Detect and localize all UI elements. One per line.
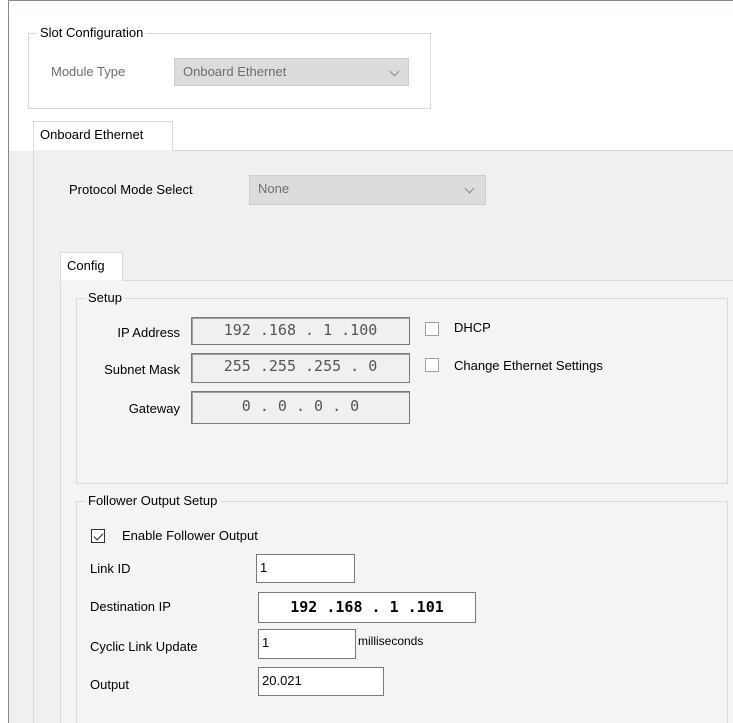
protocol-mode-dropdown[interactable]: None (249, 175, 486, 205)
chevron-down-icon (389, 66, 400, 77)
ip-address-label: IP Address (117, 325, 180, 340)
module-type-value: Onboard Ethernet (183, 64, 287, 79)
tab-onboard-ethernet[interactable]: Onboard Ethernet (33, 121, 173, 151)
chevron-down-icon (464, 183, 475, 194)
cyclic-link-update-label: Cyclic Link Update (90, 639, 198, 654)
setup-title: Setup (85, 290, 125, 306)
dhcp-checkbox[interactable] (425, 322, 439, 336)
protocol-mode-label: Protocol Mode Select (69, 182, 193, 197)
destination-ip-label: Destination IP (90, 599, 171, 614)
change-ethernet-settings-label: Change Ethernet Settings (454, 358, 603, 373)
cyclic-link-update-input[interactable]: 1 (258, 629, 356, 659)
follower-output-title: Follower Output Setup (85, 493, 221, 509)
destination-ip-field[interactable]: 192 .168 . 1 .101 (258, 592, 476, 623)
enable-follower-output-label: Enable Follower Output (122, 528, 258, 543)
checkmark-icon (93, 530, 104, 541)
gateway-label: Gateway (128, 401, 180, 416)
tab-config[interactable]: Config (60, 252, 123, 281)
subnet-mask-label: Subnet Mask (104, 362, 180, 377)
tab-config-label: Config (67, 258, 105, 273)
subnet-mask-field[interactable]: 255 .255 .255 . 0 (191, 353, 410, 383)
tab-onboard-ethernet-label: Onboard Ethernet (40, 127, 144, 142)
change-ethernet-settings-checkbox[interactable] (425, 358, 439, 372)
cyclic-link-update-unit: milliseconds (358, 634, 424, 648)
protocol-mode-value: None (258, 181, 290, 196)
enable-follower-output-checkbox[interactable] (91, 529, 105, 543)
dhcp-label: DHCP (454, 320, 491, 335)
output-input[interactable]: 20.021 (258, 667, 384, 696)
link-id-label: Link ID (90, 561, 131, 576)
slot-configuration-title: Slot Configuration (37, 25, 147, 41)
ip-address-field[interactable]: 192 .168 . 1 .100 (191, 317, 410, 345)
output-label: Output (90, 677, 130, 692)
gateway-field[interactable]: 0 . 0 . 0 . 0 (191, 391, 410, 424)
link-id-input[interactable]: 1 (256, 554, 355, 583)
module-type-label: Module Type (51, 64, 126, 79)
module-type-dropdown[interactable]: Onboard Ethernet (174, 58, 409, 86)
